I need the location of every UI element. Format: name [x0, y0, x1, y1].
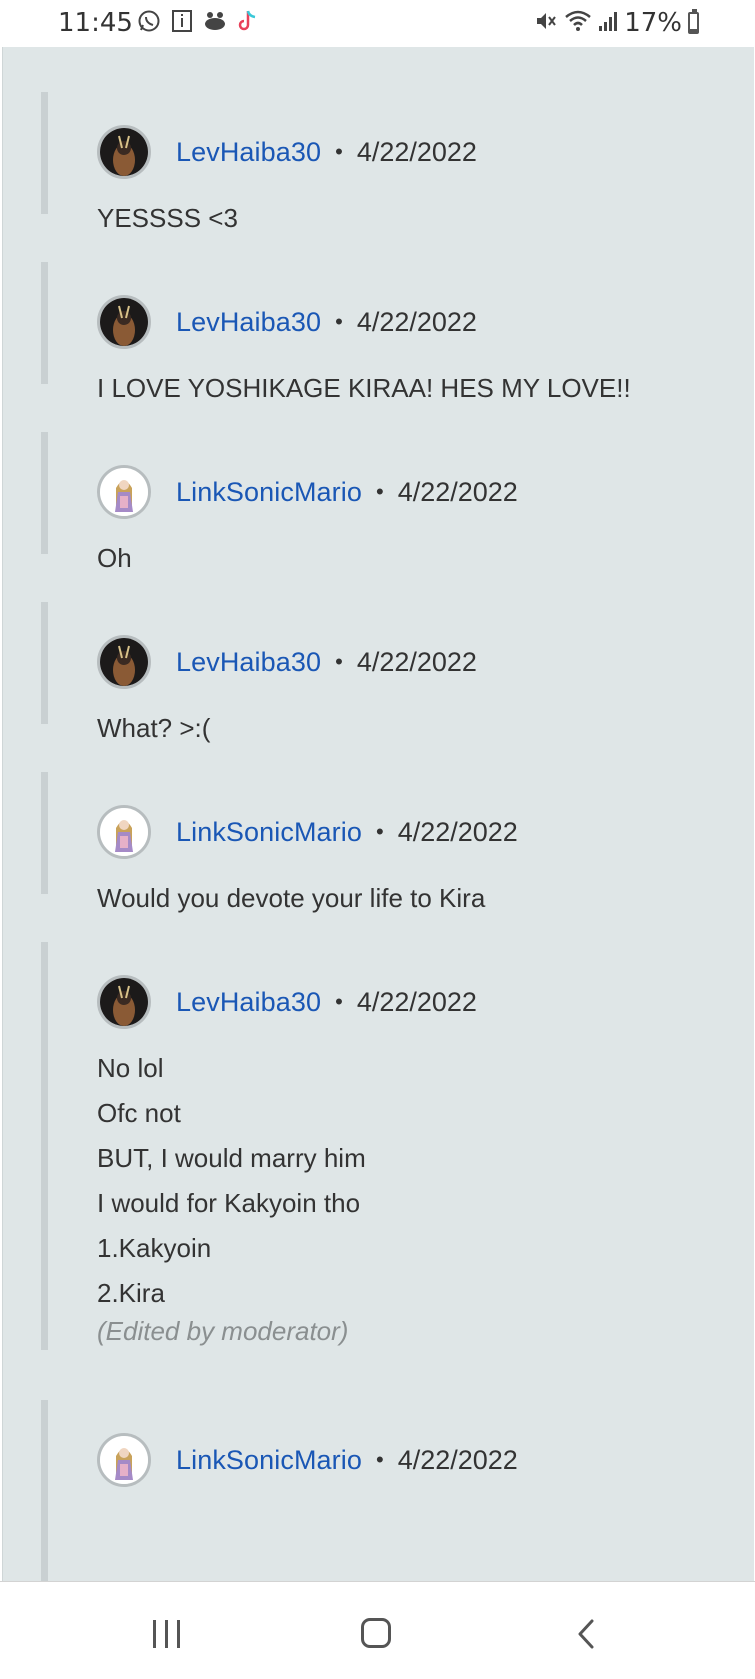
- comment-line: No lol: [97, 1053, 164, 1083]
- comment-date: 4/22/2022: [397, 1444, 518, 1475]
- username-link[interactable]: LevHaiba30: [176, 307, 321, 338]
- recent-apps-icon-bar: [177, 1620, 180, 1648]
- recent-apps-icon-bar: [153, 1620, 156, 1648]
- comment-header: LevHaiba30 • 4/22/2022: [97, 124, 477, 180]
- comment: LinkSonicMario • 4/22/2022: [41, 1400, 728, 1581]
- separator-dot: •: [375, 479, 384, 504]
- navigation-bar: [0, 1581, 755, 1679]
- comment-text: I LOVE YOSHIKAGE KIRAA! HES MY LOVE!!: [97, 366, 631, 411]
- status-time: 11:45: [58, 8, 133, 38]
- comment-line: I LOVE YOSHIKAGE KIRAA! HES MY LOVE!!: [97, 373, 631, 403]
- comment-line: I would for Kakyoin tho: [97, 1188, 361, 1218]
- user-avatar[interactable]: [97, 635, 151, 689]
- mute-icon: [534, 9, 558, 37]
- user-avatar[interactable]: [97, 805, 151, 859]
- separator-dot: •: [375, 1447, 384, 1472]
- username-link[interactable]: LevHaiba30: [176, 137, 321, 168]
- home-button[interactable]: [361, 1618, 391, 1648]
- comment-text: Oh: [97, 536, 132, 581]
- comment-line: YESSSS <3: [97, 203, 238, 233]
- username-link[interactable]: LinkSonicMario: [176, 817, 362, 848]
- comment: LinkSonicMario • 4/22/2022 Oh: [41, 432, 728, 573]
- user-avatar[interactable]: [97, 295, 151, 349]
- wifi-icon: [564, 9, 592, 37]
- user-avatar[interactable]: [97, 465, 151, 519]
- username-link[interactable]: LinkSonicMario: [176, 1445, 362, 1476]
- comment-date: 4/22/2022: [397, 816, 518, 847]
- user-avatar[interactable]: [97, 975, 151, 1029]
- comment-line: Ofc not: [97, 1098, 181, 1128]
- tiktok-icon: [237, 9, 259, 37]
- recent-apps-icon-bar: [165, 1620, 168, 1648]
- comment-header: LinkSonicMario • 4/22/2022: [97, 804, 518, 860]
- battery-percentage: 17%: [624, 8, 682, 38]
- status-system-icons: 17%: [534, 8, 699, 38]
- comment-line: 2.Kira: [97, 1278, 165, 1308]
- comment-line: Oh: [97, 543, 132, 573]
- comment-text: Would you devote your life to Kira: [97, 876, 485, 921]
- separator-dot: •: [335, 989, 343, 1014]
- comment-date: 4/22/2022: [397, 476, 518, 507]
- comment: LevHaiba30 • 4/22/2022 YESSSS <3: [41, 92, 728, 233]
- info-icon: [171, 9, 193, 37]
- comment: LevHaiba30 • 4/22/2022 No lol Ofc not BU…: [41, 942, 728, 1350]
- comment-date: 4/22/2022: [356, 136, 477, 167]
- app-icon: [203, 9, 227, 37]
- whatsapp-icon: [137, 9, 161, 37]
- comment-line: BUT, I would marry him: [97, 1143, 366, 1173]
- comment-text: What? >:(: [97, 706, 210, 751]
- comment-header: LinkSonicMario • 4/22/2022: [97, 464, 518, 520]
- comment-line: What? >:(: [97, 713, 211, 743]
- comment: LinkSonicMario • 4/22/2022 Would you dev…: [41, 772, 728, 913]
- recent-apps-button[interactable]: [153, 1620, 180, 1648]
- separator-dot: •: [335, 309, 343, 334]
- comment-header: LevHaiba30 • 4/22/2022: [97, 974, 477, 1030]
- user-avatar[interactable]: [97, 125, 151, 179]
- comment-header: LevHaiba30 • 4/22/2022: [97, 294, 477, 350]
- comment-header: LinkSonicMario • 4/22/2022: [97, 1432, 518, 1488]
- separator-dot: •: [335, 139, 343, 164]
- battery-level: [690, 28, 697, 32]
- user-avatar[interactable]: [97, 1433, 151, 1487]
- comment-date: 4/22/2022: [356, 306, 477, 337]
- comment-date: 4/22/2022: [356, 986, 477, 1017]
- comment-thread: LevHaiba30 • 4/22/2022 YESSSS <3 LevHaib…: [2, 47, 754, 1581]
- battery-icon: [688, 9, 699, 34]
- comment-text: No lol Ofc not BUT, I would marry him I …: [97, 1046, 366, 1316]
- username-link[interactable]: LevHaiba30: [176, 987, 321, 1018]
- comment: LevHaiba30 • 4/22/2022 I LOVE YOSHIKAGE …: [41, 262, 728, 403]
- comment-line: 1.Kakyoin: [97, 1233, 212, 1263]
- separator-dot: •: [335, 649, 343, 674]
- comment-date: 4/22/2022: [356, 646, 477, 677]
- signal-icon: [598, 10, 618, 36]
- edited-note: (Edited by moderator): [97, 1316, 349, 1346]
- status-notification-icons: [137, 9, 259, 37]
- comment-line: Would you devote your life to Kira: [97, 883, 486, 913]
- back-icon: [578, 1619, 594, 1649]
- separator-dot: •: [375, 819, 384, 844]
- username-link[interactable]: LevHaiba30: [176, 647, 321, 678]
- comment-header: LevHaiba30 • 4/22/2022: [97, 634, 477, 690]
- comment-text: YESSSS <3: [97, 196, 238, 241]
- comment: LevHaiba30 • 4/22/2022 What? >:(: [41, 602, 728, 743]
- status-bar: 11:45 17%: [0, 0, 755, 47]
- back-button[interactable]: [576, 1618, 596, 1655]
- username-link[interactable]: LinkSonicMario: [176, 477, 362, 508]
